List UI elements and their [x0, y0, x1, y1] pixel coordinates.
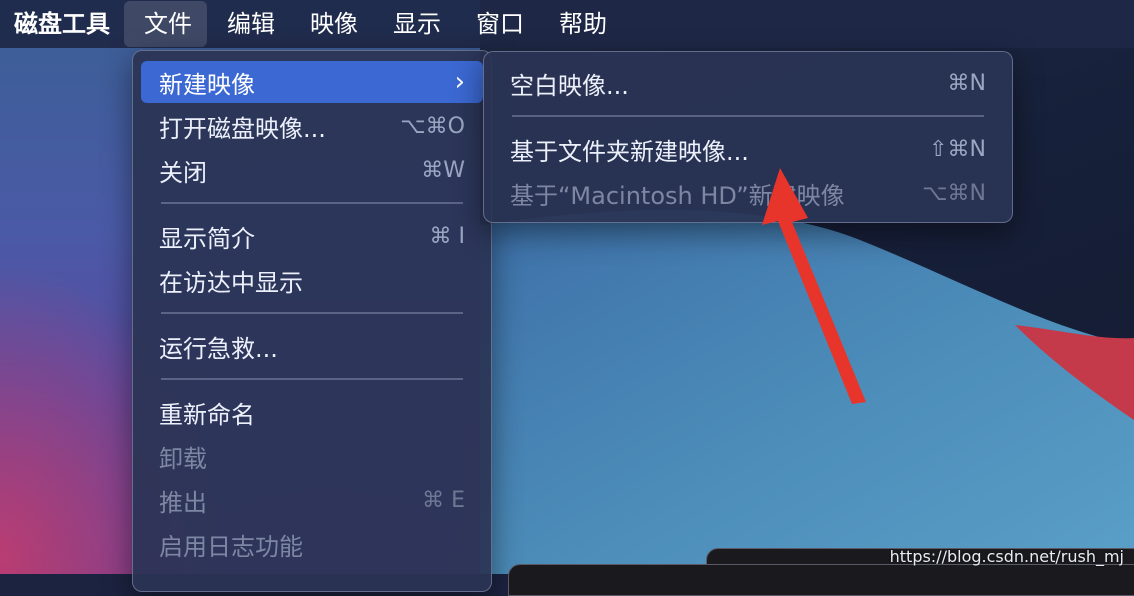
annotation-arrow-shape [762, 168, 866, 404]
annotation-arrow [762, 168, 866, 404]
watermark-text: https://blog.csdn.net/rush_mj [889, 547, 1124, 566]
window-edge [508, 564, 1134, 596]
